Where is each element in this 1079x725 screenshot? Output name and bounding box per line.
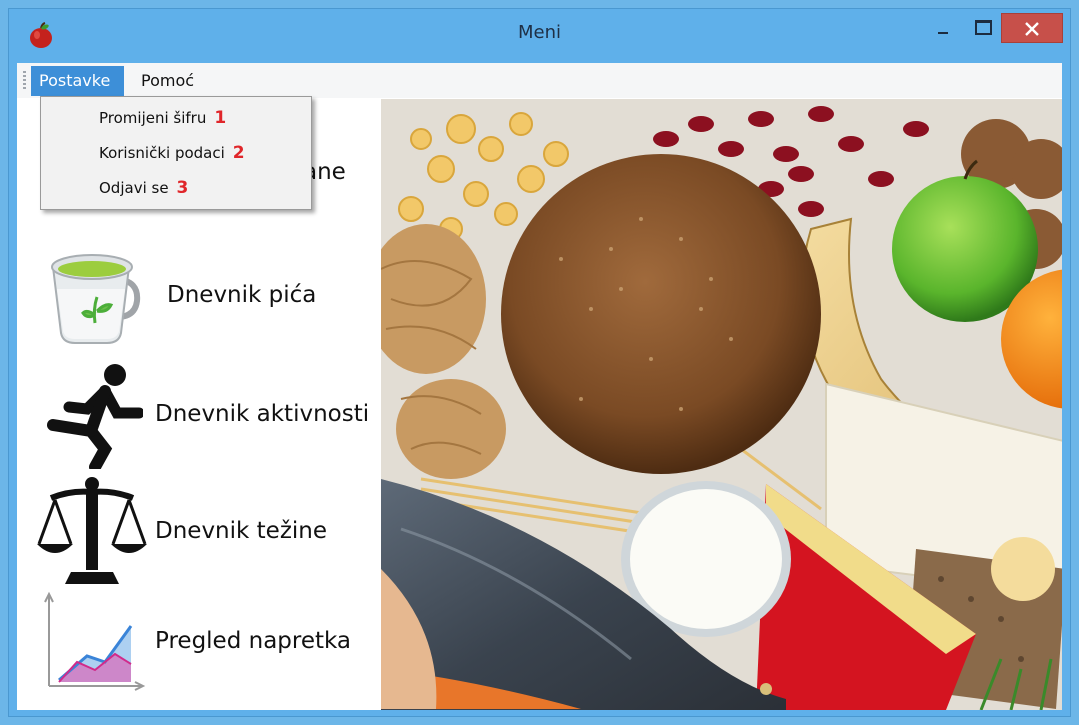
nav-weight-diary[interactable]: Dnevnik težine xyxy=(17,476,387,586)
menu-bar: Postavke Pomoć xyxy=(17,63,1062,98)
nav-progress-overview[interactable]: Pregled napretka xyxy=(17,586,387,704)
nav-activity-diary[interactable]: Dnevnik aktivnosti xyxy=(17,361,387,476)
minimize-button[interactable] xyxy=(919,13,963,43)
menu-postavke[interactable]: Postavke xyxy=(31,66,124,96)
title-bar[interactable]: Meni xyxy=(9,9,1070,63)
nav-drink-diary-label: Dnevnik pića xyxy=(167,282,317,308)
chart-icon xyxy=(44,591,146,691)
maximize-button[interactable] xyxy=(963,13,1001,43)
menu-item-user-data[interactable]: Korisnički podaci 2 xyxy=(99,138,245,168)
marker-1: 1 xyxy=(214,108,227,128)
menu-item-logout[interactable]: Odjavi se 3 xyxy=(99,173,188,203)
change-password-label: Promijeni šifru xyxy=(99,109,207,127)
marker-2: 2 xyxy=(232,143,245,163)
close-icon xyxy=(1025,22,1039,36)
nav-weight-diary-label: Dnevnik težine xyxy=(155,518,328,544)
tea-cup-icon xyxy=(51,254,141,344)
postavke-dropdown-menu: Promijeni šifru 1 Korisnički podaci 2 Odja… xyxy=(40,96,312,210)
logout-label: Odjavi se xyxy=(99,179,169,197)
user-data-label: Korisnički podaci xyxy=(99,144,225,162)
window-title: Meni xyxy=(517,22,561,43)
nav-activity-diary-label: Dnevnik aktivnosti xyxy=(155,401,370,427)
marker-3: 3 xyxy=(176,178,189,198)
app-window: Meni Postavke Pomoć ane Dnevnik pića Dne… xyxy=(8,8,1071,717)
scales-icon xyxy=(37,477,147,584)
menu-item-change-password[interactable]: Promijeni šifru 1 xyxy=(99,103,226,133)
food-photo xyxy=(381,99,1062,710)
healthy-food-image xyxy=(381,99,1062,710)
running-man-icon xyxy=(47,364,143,469)
menu-pomoc[interactable]: Pomoć xyxy=(133,66,202,96)
menubar-grip[interactable] xyxy=(23,71,26,91)
nav-drink-diary[interactable]: Dnevnik pića xyxy=(17,243,387,353)
nav-progress-overview-label: Pregled napretka xyxy=(155,628,352,654)
close-button[interactable] xyxy=(1001,13,1063,43)
client-area: Postavke Pomoć ane Dnevnik pića Dnevnik … xyxy=(17,63,1062,710)
